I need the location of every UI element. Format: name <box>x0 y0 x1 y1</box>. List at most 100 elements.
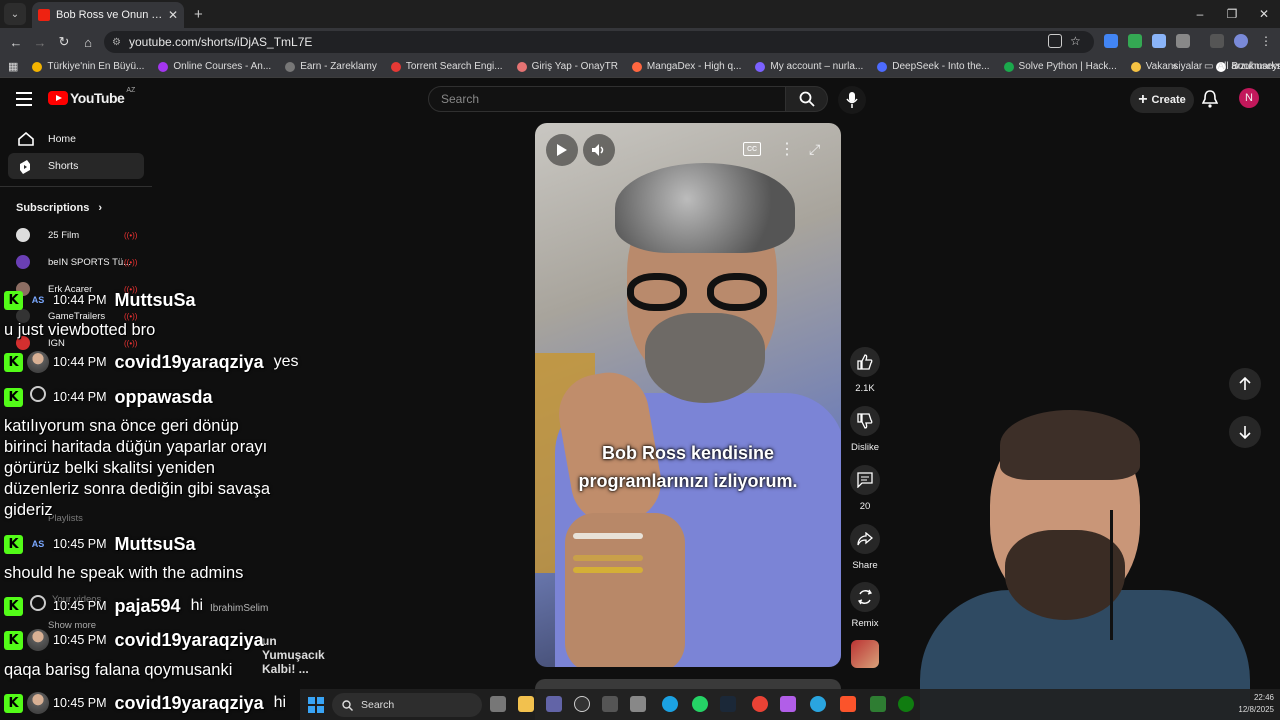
address-bar[interactable]: ⚙ youtube.com/shorts/iDjAS_TmL7E <box>104 31 1094 53</box>
bookmark-label: Earn - Zareklamy <box>300 61 377 72</box>
create-label: Create <box>1151 94 1186 106</box>
bookmark-favicon-icon <box>32 61 43 72</box>
shorts-video-player[interactable]: CC ⋮ ⤢ Bob Ross kendisine programlarınız… <box>535 123 841 667</box>
minimize-button[interactable]: – <box>1184 0 1216 28</box>
reading-list-icon[interactable] <box>1210 34 1224 48</box>
bookmark-item[interactable]: Türkiye'nin En Büyü... <box>32 61 144 72</box>
store-icon[interactable] <box>602 696 618 712</box>
app-icon[interactable] <box>870 696 886 712</box>
task-view-icon[interactable] <box>490 696 506 712</box>
telegram-icon[interactable] <box>810 696 826 712</box>
sidebar-item-shorts[interactable]: Shorts <box>8 153 144 179</box>
play-button[interactable] <box>546 134 578 166</box>
reload-button[interactable]: ↻ <box>52 34 76 50</box>
whatsapp-icon[interactable] <box>692 696 708 712</box>
forward-button[interactable]: → <box>28 35 52 50</box>
more-bookmarks-icon[interactable]: » <box>1172 61 1178 72</box>
bracelet <box>573 567 643 573</box>
comments-button[interactable]: 20 <box>846 465 884 512</box>
bookmark-star-icon[interactable]: ☆ <box>1070 34 1084 48</box>
extension-icon[interactable] <box>1128 34 1142 48</box>
fullscreen-icon[interactable]: ⤢ <box>809 141 820 158</box>
close-tab-icon[interactable]: ✕ <box>168 8 178 22</box>
chat-inline-message: yes <box>273 353 299 370</box>
install-app-icon[interactable] <box>1048 34 1062 48</box>
bookmark-item[interactable]: Giriş Yap - OnayTR <box>516 61 618 72</box>
edge-icon[interactable] <box>662 696 678 712</box>
share-button[interactable]: Share <box>846 524 884 571</box>
xbox-icon[interactable] <box>898 696 914 712</box>
youtube-logo[interactable]: YouTube AZ <box>48 87 135 106</box>
translate-extension-icon[interactable] <box>1104 34 1118 48</box>
subscription-item[interactable]: beIN SPORTS Tü... ((•)) <box>16 255 137 269</box>
app-icon[interactable] <box>780 696 796 712</box>
bookmark-item[interactable]: Online Courses - An... <box>158 61 271 72</box>
restore-button[interactable]: ❐ <box>1216 0 1248 28</box>
bookmark-item[interactable]: My account – nurla... <box>755 61 863 72</box>
site-info-icon[interactable]: ⚙ <box>112 37 121 48</box>
previous-short-button[interactable] <box>1229 368 1261 400</box>
share-label: Share <box>852 560 878 571</box>
taskbar-search-label: Search <box>361 699 395 711</box>
video-subject-hair <box>615 163 795 253</box>
steam-icon[interactable] <box>720 696 736 712</box>
subscription-item[interactable]: 25 Film ((•)) <box>16 228 137 242</box>
bookmark-item[interactable]: Earn - Zareklamy <box>285 61 377 72</box>
chat-message: should he speak with the admins <box>4 564 244 582</box>
teams-icon[interactable] <box>546 696 562 712</box>
channel-thumbnail[interactable] <box>851 640 879 668</box>
search-button[interactable] <box>786 86 828 112</box>
more-options-icon[interactable]: ⋮ <box>779 139 795 159</box>
bookmark-item[interactable]: DeepSeek - Into the... <box>877 61 990 72</box>
sidebar-item-playlists-ghost[interactable]: Playlists <box>48 513 83 524</box>
like-button[interactable]: 2.1K <box>846 347 884 394</box>
plus-icon: + <box>1138 91 1148 108</box>
sidebar-item-home[interactable]: Home <box>8 126 144 152</box>
captions-button[interactable]: CC <box>743 142 761 156</box>
extension-icon[interactable] <box>1152 34 1166 48</box>
close-window-button[interactable]: ✕ <box>1248 0 1280 28</box>
system-clock[interactable]: 22:46 12/8/2025 <box>1238 692 1274 716</box>
all-bookmarks-label: All Bookmarks <box>1217 61 1280 72</box>
taskbar-search[interactable]: Search <box>332 693 482 717</box>
browser-menu-icon[interactable]: ⋮ <box>1260 34 1274 48</box>
bookmark-item[interactable]: Vakansiyalar <box>1130 61 1202 72</box>
chrome-icon[interactable] <box>752 696 768 712</box>
file-explorer-icon[interactable] <box>518 696 534 712</box>
notifications-bell-icon[interactable] <box>1202 90 1218 108</box>
bookmark-favicon-icon <box>516 61 527 72</box>
remix-button[interactable]: Remix <box>846 582 884 629</box>
chat-username: covid19yaraqziya <box>114 629 264 650</box>
dislike-button[interactable]: Dislike <box>846 406 884 453</box>
back-button[interactable]: ← <box>4 35 28 50</box>
brave-icon[interactable] <box>840 696 856 712</box>
sidebar-divider <box>0 186 152 187</box>
all-bookmarks-folder[interactable]: ▭ All Bookmarks <box>1204 61 1280 72</box>
profile-icon[interactable] <box>1234 34 1248 48</box>
live-indicator-icon: ((•)) <box>124 230 138 240</box>
bookmark-favicon-icon <box>1003 61 1014 72</box>
folder-icon: ▭ <box>1204 61 1214 72</box>
home-icon[interactable]: ⌂ <box>76 35 100 50</box>
hamburger-menu-icon[interactable] <box>16 92 32 106</box>
browser-tab-active[interactable]: Bob Ross ve Onun Yumuşacık Kalbi! ... ✕ <box>32 2 184 28</box>
extensions-puzzle-icon[interactable] <box>1176 34 1190 48</box>
app-icon[interactable] <box>630 696 646 712</box>
bookmark-favicon-icon <box>1130 61 1141 72</box>
new-tab-button[interactable]: + <box>194 6 203 23</box>
volume-button[interactable] <box>583 134 615 166</box>
voice-search-button[interactable] <box>838 86 866 114</box>
tab-search-button[interactable]: ⌄ <box>4 3 26 25</box>
bookmark-item[interactable]: Solve Python | Hack... <box>1003 61 1117 72</box>
create-button[interactable]: + Create <box>1130 87 1194 113</box>
windows-start-icon[interactable] <box>308 697 324 713</box>
bookmark-item[interactable]: Torrent Search Engi... <box>390 61 503 72</box>
bookmark-item[interactable]: MangaDex - High q... <box>631 61 741 72</box>
account-avatar[interactable]: N <box>1239 88 1259 108</box>
chat-timestamp: 10:45 PM <box>53 696 107 710</box>
subscriptions-heading[interactable]: Subscriptions › <box>16 202 102 214</box>
comment-icon <box>857 472 873 488</box>
apps-grid-icon[interactable]: ▦ <box>8 60 18 73</box>
obs-icon[interactable] <box>574 696 590 712</box>
search-input[interactable]: Search <box>428 86 786 112</box>
